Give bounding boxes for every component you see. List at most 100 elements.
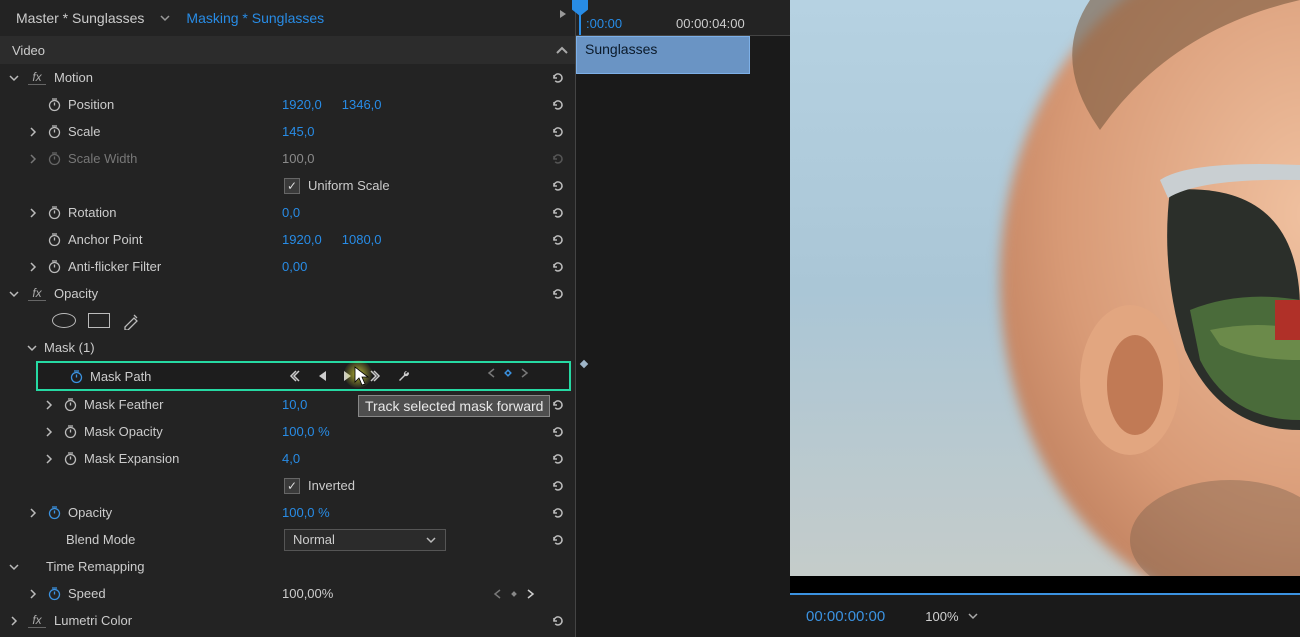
prev-keyframe-icon[interactable]: [493, 589, 503, 599]
chevron-down-icon[interactable]: [0, 72, 28, 84]
stopwatch-icon[interactable]: [44, 205, 64, 220]
reset-icon[interactable]: [549, 504, 567, 522]
property-scale: Scale 145,0: [0, 118, 575, 145]
timeline-ruler[interactable]: :00:00 00:00:04:00: [576, 0, 790, 36]
track-forward-one-icon[interactable]: [368, 369, 382, 383]
panel-play-icon[interactable]: [557, 8, 569, 20]
effect-opacity[interactable]: fx Opacity: [0, 280, 575, 307]
stopwatch-icon[interactable]: [60, 397, 80, 412]
property-speed: Speed 100,00%: [0, 580, 575, 607]
chevron-right-icon[interactable]: [0, 589, 44, 599]
keyframe-diamond-icon[interactable]: [503, 368, 513, 378]
reset-icon[interactable]: [549, 123, 567, 141]
program-monitor: 00:00:00:00 100%: [790, 0, 1300, 637]
chevron-right-icon[interactable]: [0, 454, 60, 464]
reset-icon[interactable]: [549, 531, 567, 549]
tab-masking[interactable]: Masking * Sunglasses: [178, 6, 332, 30]
reset-icon[interactable]: [549, 477, 567, 495]
chevron-right-icon[interactable]: [0, 427, 60, 437]
anchor-y[interactable]: 1080,0: [342, 232, 382, 247]
timecode[interactable]: 00:00:00:00: [806, 608, 885, 625]
track-back-one-icon[interactable]: [288, 369, 302, 383]
track-backward-icon[interactable]: [316, 369, 328, 383]
reset-icon[interactable]: [549, 258, 567, 276]
effect-motion[interactable]: fx Motion: [0, 64, 575, 91]
reset-icon[interactable]: [549, 204, 567, 222]
zoom-select[interactable]: 100%: [925, 609, 978, 624]
chevron-down-icon[interactable]: [0, 561, 28, 573]
stopwatch-icon[interactable]: [60, 451, 80, 466]
reset-icon[interactable]: [549, 69, 567, 87]
tooltip: Track selected mask forward: [358, 395, 550, 417]
tab-master[interactable]: Master * Sunglasses: [8, 6, 152, 30]
reset-icon[interactable]: [549, 450, 567, 468]
chevron-right-icon[interactable]: [0, 208, 44, 218]
uniform-scale-checkbox[interactable]: [284, 178, 300, 194]
effect-lumetri[interactable]: fx Lumetri Color: [0, 607, 575, 634]
reset-icon[interactable]: [549, 231, 567, 249]
next-keyframe-icon[interactable]: [525, 589, 535, 599]
anchor-x[interactable]: 1920,0: [282, 232, 322, 247]
chevron-down-icon[interactable]: [0, 288, 28, 300]
chevron-down-icon[interactable]: [0, 342, 44, 354]
blend-mode-select[interactable]: Normal: [284, 529, 446, 551]
zoom-value: 100%: [925, 609, 958, 624]
tab-dropdown-icon[interactable]: [158, 11, 172, 25]
scale-width-label: Scale Width: [68, 151, 218, 166]
stopwatch-icon[interactable]: [44, 259, 64, 274]
anchor-label: Anchor Point: [68, 232, 218, 247]
position-x[interactable]: 1920,0: [282, 97, 322, 112]
reset-icon[interactable]: [549, 177, 567, 195]
opacity-prop-label: Opacity: [68, 505, 218, 520]
chevron-right-icon[interactable]: [0, 508, 44, 518]
reset-icon[interactable]: [549, 285, 567, 303]
stopwatch-icon: [44, 151, 64, 166]
chevron-right-icon[interactable]: [0, 400, 60, 410]
collapse-up-icon[interactable]: [555, 45, 569, 55]
rectangle-mask-icon[interactable]: [88, 313, 110, 328]
opacity-prop-value[interactable]: 100,0 %: [282, 505, 330, 520]
anti-flicker-value[interactable]: 0,00: [282, 259, 307, 274]
chevron-right-icon[interactable]: [0, 127, 44, 137]
chevron-right-icon[interactable]: [0, 154, 44, 164]
track-forward-icon[interactable]: [342, 369, 354, 383]
chevron-right-icon[interactable]: [0, 616, 28, 626]
next-keyframe-icon[interactable]: [519, 368, 529, 378]
stopwatch-icon[interactable]: [44, 124, 64, 139]
stopwatch-icon[interactable]: [44, 232, 64, 247]
preview-image: [790, 0, 1300, 576]
rotation-value[interactable]: 0,0: [282, 205, 300, 220]
pen-mask-icon[interactable]: [122, 312, 140, 330]
lumetri-label: Lumetri Color: [54, 613, 204, 628]
keyframe-diamond-icon[interactable]: [578, 358, 590, 370]
mask-group[interactable]: Mask (1): [0, 334, 575, 361]
time-remap-label: Time Remapping: [46, 559, 196, 574]
timeline-clip[interactable]: Sunglasses: [576, 36, 750, 74]
position-y[interactable]: 1346,0: [342, 97, 382, 112]
mask-feather-value[interactable]: 10,0: [282, 397, 307, 412]
mini-timeline[interactable]: :00:00 00:00:04:00 Sunglasses: [576, 0, 790, 637]
reset-icon[interactable]: [549, 96, 567, 114]
effect-time-remapping[interactable]: Time Remapping: [0, 553, 575, 580]
scale-value[interactable]: 145,0: [282, 124, 315, 139]
stopwatch-icon[interactable]: [66, 369, 86, 384]
effect-controls-tabs: Master * Sunglasses Masking * Sunglasses: [0, 0, 575, 36]
playhead[interactable]: [579, 0, 581, 35]
speed-value[interactable]: 100,00%: [282, 586, 333, 601]
stopwatch-icon[interactable]: [44, 586, 64, 601]
stopwatch-icon[interactable]: [44, 97, 64, 112]
ellipse-mask-icon[interactable]: [52, 313, 76, 328]
inverted-checkbox[interactable]: [284, 478, 300, 494]
reset-icon[interactable]: [549, 396, 567, 414]
wrench-icon[interactable]: [396, 368, 412, 384]
prev-keyframe-icon[interactable]: [487, 368, 497, 378]
mask-opacity-value[interactable]: 100,0 %: [282, 424, 330, 439]
keyframe-diamond-icon[interactable]: [509, 589, 519, 599]
reset-icon[interactable]: [549, 423, 567, 441]
mask-expansion-value[interactable]: 4,0: [282, 451, 300, 466]
chevron-right-icon[interactable]: [0, 262, 44, 272]
property-inverted: Inverted: [0, 472, 575, 499]
reset-icon[interactable]: [549, 612, 567, 630]
stopwatch-icon[interactable]: [44, 505, 64, 520]
stopwatch-icon[interactable]: [60, 424, 80, 439]
